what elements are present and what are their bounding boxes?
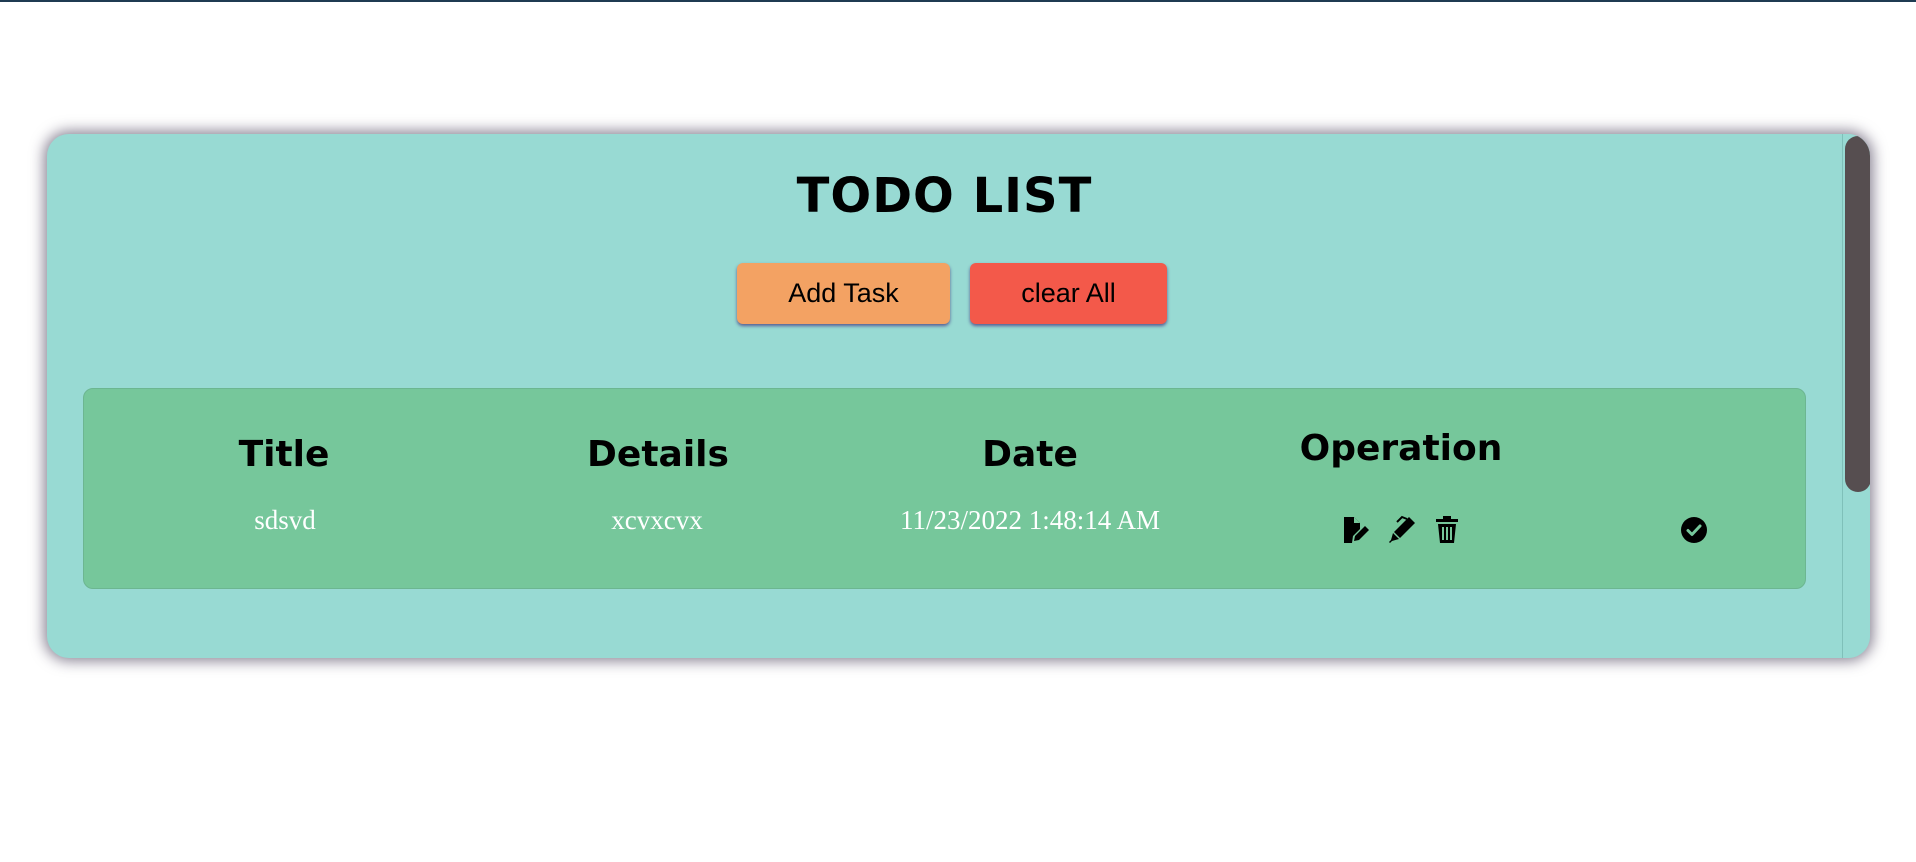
add-task-button[interactable]: Add Task (737, 263, 950, 324)
column-header-details: Details (587, 434, 729, 475)
pen-icon[interactable] (1387, 515, 1417, 545)
page-title: TODO LIST (796, 168, 1093, 224)
column-header-date: Date (982, 434, 1078, 475)
column-header-title: Title (238, 434, 330, 475)
clear-all-button[interactable]: clear All (970, 263, 1167, 324)
edit-file-icon[interactable] (1340, 515, 1370, 545)
scrollbar-thumb[interactable] (1845, 136, 1870, 492)
task-title-cell: sdsvd (254, 505, 316, 535)
task-details-cell: xcvxcvx (611, 505, 703, 535)
task-date-cell: 11/23/2022 1:48:14 AM (899, 505, 1161, 535)
check-circle-icon[interactable] (1679, 515, 1709, 545)
todo-card: TODO LIST Add Task clear All Title Detai… (47, 134, 1870, 658)
task-table: Title Details Date Operation sdsvd xcvxc… (83, 388, 1806, 589)
column-header-operation: Operation (1299, 428, 1503, 469)
trash-icon[interactable] (1432, 515, 1462, 545)
vertical-scrollbar[interactable] (1842, 134, 1870, 658)
top-border-line (0, 0, 1916, 2)
